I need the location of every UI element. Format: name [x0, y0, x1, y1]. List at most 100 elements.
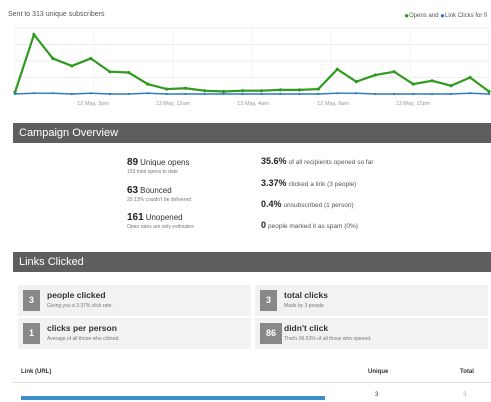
chart-legend: ●Opens and ●Link Clicks for fi	[404, 11, 487, 20]
didnt-click-card: 86 didn't click That's 96.63% of all tho…	[255, 318, 488, 349]
clicks-data-point[interactable]	[203, 92, 206, 96]
opens-data-point[interactable]	[297, 88, 301, 92]
opens-data-point[interactable]	[392, 70, 396, 74]
clicks-data-point[interactable]	[51, 92, 55, 95]
clicks-data-point[interactable]	[260, 92, 263, 96]
unopened-label: Unopened	[145, 213, 183, 222]
clicks-data-point[interactable]	[355, 92, 358, 95]
opens-clicks-chart: 12 May, 3pm 13 May, 12am 13 May, 4am 12 May…	[13, 27, 491, 107]
clicks-data-point[interactable]	[127, 92, 130, 96]
unopened-stat: 161 Unopened Open rates are only estimate…	[127, 212, 194, 230]
total-clicks-card: 3 total clicks Made by 3 people	[255, 285, 488, 316]
click-rate-number: 3.37%	[261, 178, 287, 188]
links-clicked-header: Links Clicked	[13, 252, 491, 272]
link-url-column-header[interactable]: Link (URL)	[21, 369, 51, 375]
click-rate-stat: 3.37% clicked a link (3 people)	[261, 178, 356, 188]
clicks-data-point[interactable]	[431, 92, 434, 96]
total-clicks-title: total clicks	[284, 290, 328, 300]
spam-rate-number: 0	[261, 220, 267, 230]
unsubscribe-rate-label: unsubscribed (1 person)	[283, 202, 354, 209]
bounced-stat: 63 Bounced 20.13% couldn't be delivered	[127, 185, 191, 203]
unique-opens-number: 89	[127, 157, 139, 168]
bounced-label: Bounced	[140, 186, 172, 195]
opens-data-point[interactable]	[203, 89, 207, 93]
clicks-data-point[interactable]	[32, 92, 36, 95]
bounced-sub: 20.13% couldn't be delivered	[127, 197, 192, 203]
opens-data-point[interactable]	[221, 89, 226, 94]
total-clicks-desc: Made by 3 people	[284, 303, 324, 309]
opens-data-point[interactable]	[487, 89, 491, 94]
people-clicked-badge: 3	[23, 290, 40, 311]
didnt-click-title: didn't click	[284, 323, 329, 333]
opens-data-point[interactable]	[89, 56, 93, 61]
opens-data-point[interactable]	[108, 70, 112, 74]
clicks-legend-label: Link Clicks for fi	[444, 13, 487, 19]
opens-data-point[interactable]	[146, 82, 150, 86]
clicks-per-person-card: 1 clicks per person Average of all those…	[18, 318, 251, 349]
clicks-data-point[interactable]	[241, 92, 244, 96]
clicks-data-point[interactable]	[336, 92, 339, 95]
opens-data-point[interactable]	[316, 87, 320, 91]
clicks-data-point[interactable]	[449, 92, 453, 96]
opens-data-point[interactable]	[468, 75, 472, 80]
campaign-overview-header: Campaign Overview	[13, 123, 491, 143]
row-total-value: 3	[463, 392, 467, 398]
opens-data-point[interactable]	[430, 79, 434, 83]
click-rate-label: clicked a link (3 people)	[288, 181, 357, 188]
people-clicked-title: people clicked	[47, 290, 106, 300]
row-unique-value: 3	[375, 392, 379, 398]
opens-data-point[interactable]	[335, 67, 339, 71]
unopened-sub: Open rates are only estimates	[127, 224, 194, 230]
opens-data-point[interactable]	[373, 73, 377, 77]
total-clicks-badge: 3	[260, 290, 277, 311]
clicks-per-person-desc: Average of all those who clicked.	[47, 336, 120, 342]
total-column-header[interactable]: Total	[460, 369, 474, 375]
spam-rate-label: people marked it as spam (0%)	[268, 223, 358, 230]
opens-data-point[interactable]	[165, 87, 169, 91]
links-table-header: Link (URL) Unique Total	[13, 362, 491, 383]
clicks-data-point[interactable]	[13, 92, 17, 96]
x-tick-label: 12 May, 9am	[317, 101, 349, 107]
opens-data-point[interactable]	[354, 80, 358, 84]
opens-data-point[interactable]	[127, 70, 131, 75]
x-tick-label: 13 May, 12am	[156, 101, 191, 107]
clicks-data-point[interactable]	[317, 92, 320, 96]
opens-data-point[interactable]	[184, 86, 188, 90]
people-clicked-desc: Giving you a 3.37% click rate.	[47, 303, 113, 309]
open-rate-label: of all recipients opened so far	[288, 159, 374, 166]
open-rate-stat: 35.6% of all recipients opened so far	[261, 156, 373, 166]
clicks-data-point[interactable]	[468, 92, 472, 95]
clicks-data-point[interactable]	[108, 92, 111, 96]
bounced-number: 63	[127, 185, 139, 196]
clicks-data-point[interactable]	[487, 92, 491, 96]
opens-data-point[interactable]	[70, 64, 74, 68]
opens-data-point[interactable]	[278, 88, 283, 92]
table-row[interactable]: 3 3	[13, 385, 491, 402]
unopened-number: 161	[127, 212, 144, 223]
clicks-data-point[interactable]	[184, 92, 187, 96]
opens-data-point[interactable]	[51, 56, 55, 61]
unique-column-header[interactable]: Unique	[368, 369, 388, 375]
clicks-data-point[interactable]	[374, 92, 377, 96]
didnt-click-desc: That's 96.63% of all those who opened.	[284, 336, 372, 342]
clicks-data-point[interactable]	[146, 92, 149, 95]
clicks-data-point[interactable]	[279, 92, 282, 96]
opens-data-point[interactable]	[259, 89, 264, 93]
opens-data-point[interactable]	[449, 84, 453, 88]
opens-legend-label: Opens and	[409, 13, 439, 19]
link-share-bar	[21, 396, 325, 400]
opens-data-point[interactable]	[240, 89, 245, 93]
opens-data-point[interactable]	[32, 33, 36, 37]
clicks-data-point[interactable]	[412, 92, 415, 96]
people-clicked-card: 3 people clicked Giving you a 3.37% clic…	[18, 285, 251, 316]
opens-data-point[interactable]	[411, 82, 415, 86]
x-tick-label: 12 May, 3pm	[77, 101, 109, 107]
clicks-data-point[interactable]	[165, 92, 168, 96]
x-tick-label: 13 May, 4am	[237, 101, 269, 107]
clicks-data-point[interactable]	[222, 92, 225, 96]
clicks-data-point[interactable]	[89, 92, 92, 95]
clicks-data-point[interactable]	[298, 92, 301, 96]
clicks-data-point[interactable]	[393, 92, 396, 96]
unique-opens-sub: 153 total opens to date	[127, 169, 178, 175]
clicks-data-point[interactable]	[70, 92, 73, 96]
